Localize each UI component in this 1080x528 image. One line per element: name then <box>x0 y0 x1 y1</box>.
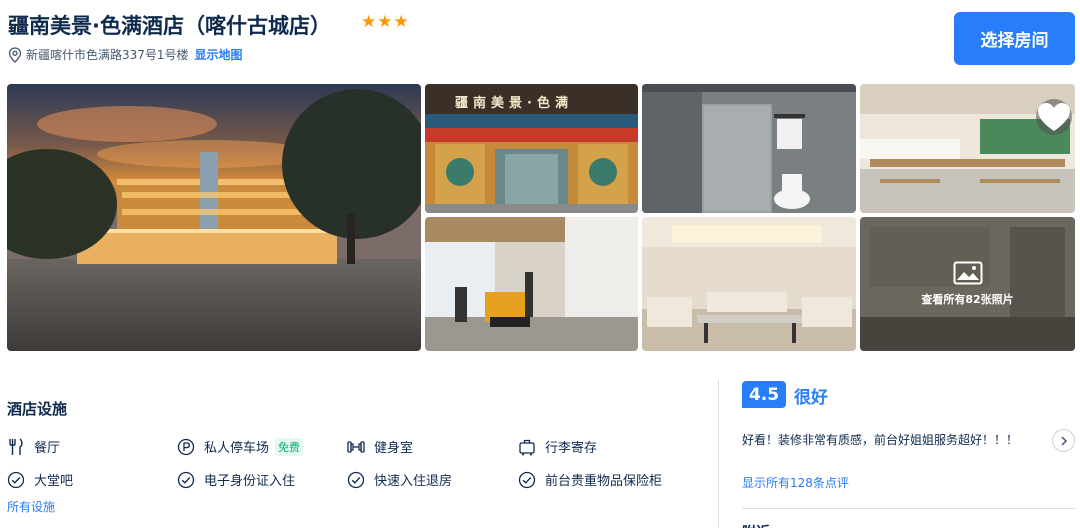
facility-express-checkin: 快速入住退房 <box>347 470 452 489</box>
facility-restaurant: 餐厅 <box>7 437 60 456</box>
facility-gym: 健身室 <box>347 437 413 456</box>
parking-icon <box>177 438 195 455</box>
star-icon: ★ <box>393 12 409 32</box>
reviews-divider <box>742 508 1075 509</box>
view-all-overlay[interactable]: 查看所有82张照片 <box>860 217 1075 351</box>
free-badge: 免费 <box>275 437 304 456</box>
hotel-name: 疆南美景·色满酒店（喀什古城店） <box>8 14 331 38</box>
select-room-button[interactable]: 选择房间 <box>954 12 1075 65</box>
nearby-heading: 附近 <box>742 522 770 528</box>
photo-gym[interactable] <box>425 217 638 351</box>
star-icon: ★ <box>361 12 377 32</box>
image-icon <box>953 261 982 285</box>
photo-lobby[interactable] <box>642 217 856 351</box>
review-score-text: 很好 <box>794 388 828 408</box>
utensils-icon <box>9 437 23 455</box>
main-photo-exterior[interactable] <box>7 84 421 351</box>
check-circle-icon <box>7 471 25 488</box>
facility-safe: 前台贵重物品保险柜 <box>518 470 662 489</box>
facility-luggage: 行李寄存 <box>518 437 597 456</box>
photo-restaurant[interactable] <box>860 84 1075 213</box>
storefront-sign: 疆南美景·色满 <box>455 96 573 111</box>
all-facilities-link[interactable]: 所有设施 <box>7 498 55 515</box>
check-circle-icon <box>518 471 536 488</box>
heart-icon <box>1038 103 1070 131</box>
all-reviews-link[interactable]: 显示所有128条点评 <box>742 474 849 491</box>
facilities-title: 酒店设施 <box>7 400 68 418</box>
facility-lobby-bar: 大堂吧 <box>7 470 73 489</box>
check-circle-icon <box>347 471 365 488</box>
facility-eid-checkin: 电子身份证入住 <box>177 470 295 489</box>
check-circle-icon <box>177 471 195 488</box>
dumbbell-icon <box>347 440 365 453</box>
photo-gallery: 疆南美景·色满 查看所有82张照片 <box>7 84 1075 351</box>
show-map-link[interactable]: 显示地图 <box>195 46 243 63</box>
favorite-button[interactable] <box>1036 99 1072 135</box>
facility-parking: 私人停车场 免费 <box>177 437 304 456</box>
section-divider <box>718 380 719 528</box>
star-icon: ★ <box>377 12 393 32</box>
luggage-icon <box>519 439 535 455</box>
photo-bathroom[interactable] <box>642 84 856 213</box>
photo-storefront[interactable]: 疆南美景·色满 <box>425 84 638 213</box>
location-pin-icon <box>8 46 22 63</box>
chevron-right-icon <box>1060 435 1067 446</box>
next-review-button[interactable] <box>1052 429 1075 452</box>
review-score: 4.5 <box>742 381 786 408</box>
view-all-label: 查看所有82张照片 <box>921 293 1014 306</box>
star-rating: ★ ★ ★ <box>361 14 409 31</box>
view-all-photos[interactable]: 查看所有82张照片 <box>860 217 1075 351</box>
address-row: 新疆喀什市色满路337号1号楼 显示地图 <box>8 46 243 63</box>
address-text: 新疆喀什市色满路337号1号楼 <box>26 48 189 62</box>
review-snippet: 好看！装修非常有质感，前台好姐姐服务超好！！！ <box>742 433 1019 447</box>
